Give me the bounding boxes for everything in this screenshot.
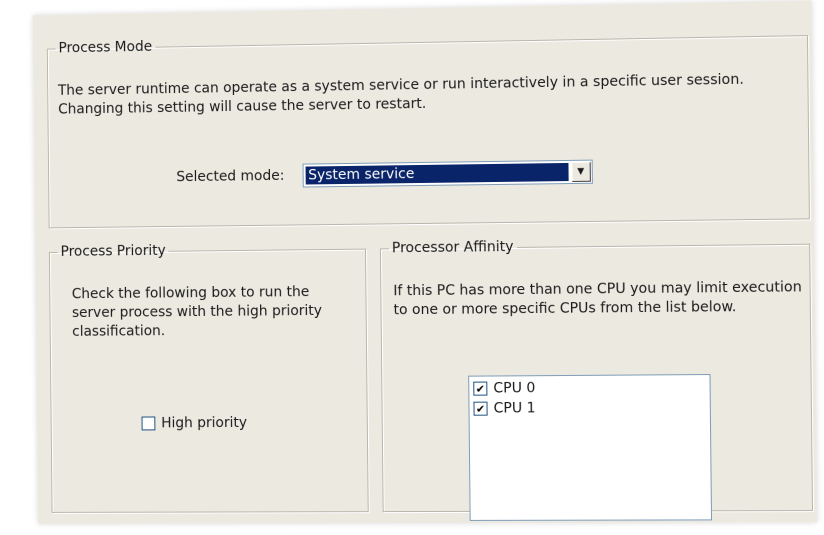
processor-affinity-group: Processor Affinity If this PC has more t… bbox=[380, 236, 813, 513]
process-mode-legend: Process Mode bbox=[56, 39, 156, 57]
process-priority-group: Process Priority Check the following box… bbox=[49, 241, 369, 513]
selected-mode-value: System service bbox=[305, 163, 568, 185]
high-priority-checkbox-row[interactable]: High priority bbox=[142, 415, 248, 431]
process-priority-legend: Process Priority bbox=[58, 243, 169, 260]
high-priority-checkbox[interactable] bbox=[142, 416, 156, 430]
selected-mode-row: Selected mode: System service ▼ bbox=[176, 160, 592, 190]
cpu-0-checkbox[interactable]: ✔ bbox=[473, 382, 487, 396]
process-mode-description: The server runtime can operate as a syst… bbox=[58, 70, 798, 120]
high-priority-label: High priority bbox=[161, 415, 247, 431]
server-settings-panel: Process Mode The server runtime can oper… bbox=[33, 1, 817, 524]
cpu-list-item[interactable]: ✔ CPU 0 bbox=[469, 375, 710, 397]
process-priority-description: Check the following box to run the serve… bbox=[72, 283, 348, 342]
processor-affinity-description: If this PC has more than one CPU you may… bbox=[393, 278, 803, 320]
cpu-1-label: CPU 1 bbox=[493, 400, 535, 416]
cpu-listbox[interactable]: ✔ CPU 0 ✔ CPU 1 bbox=[468, 374, 712, 521]
cpu-0-label: CPU 0 bbox=[493, 380, 535, 396]
cpu-list-item[interactable]: ✔ CPU 1 bbox=[469, 395, 710, 417]
selected-mode-label: Selected mode: bbox=[176, 168, 284, 185]
processor-affinity-legend: Processor Affinity bbox=[389, 239, 517, 256]
process-mode-group: Process Mode The server runtime can oper… bbox=[47, 27, 810, 228]
cpu-1-checkbox[interactable]: ✔ bbox=[473, 402, 487, 416]
chevron-down-icon[interactable]: ▼ bbox=[571, 162, 590, 182]
selected-mode-dropdown[interactable]: System service ▼ bbox=[302, 160, 592, 188]
